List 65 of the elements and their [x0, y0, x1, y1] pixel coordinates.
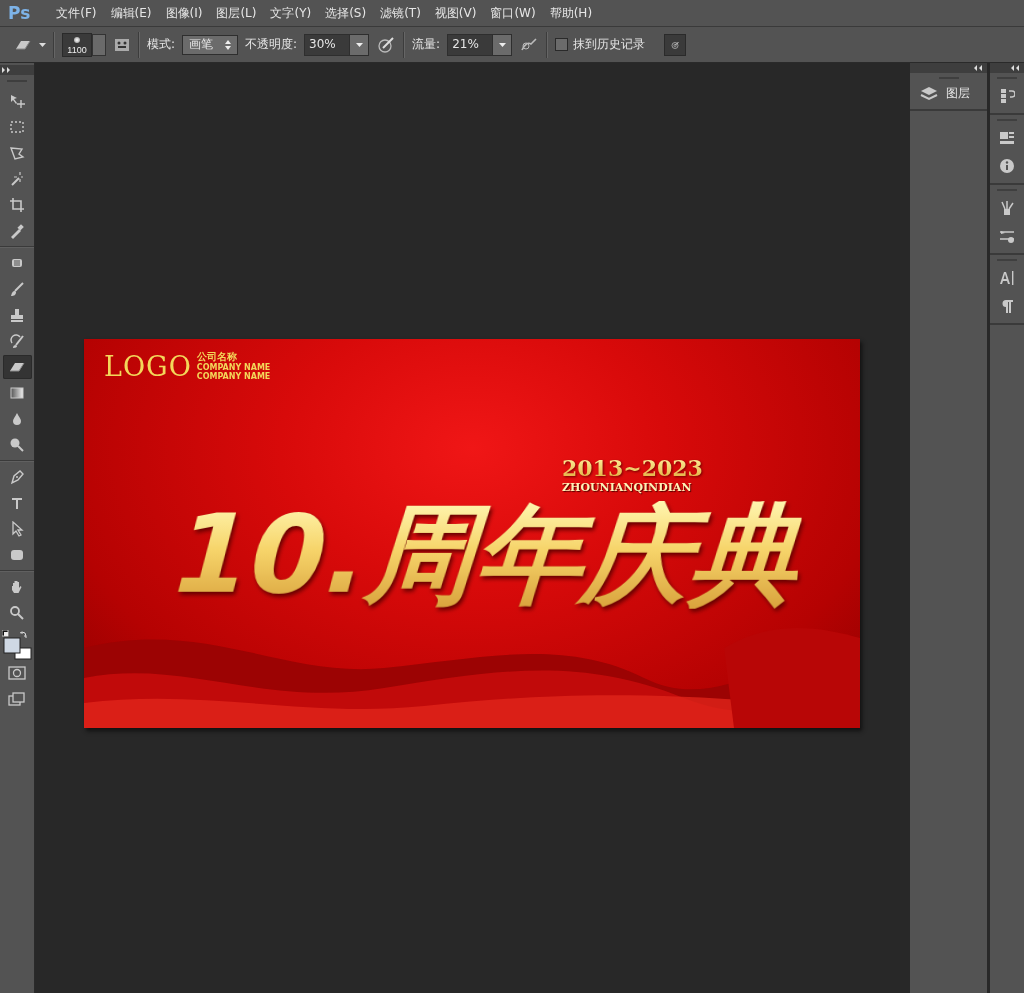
- flow-field[interactable]: 21%: [447, 33, 513, 56]
- mode-label: 模式:: [147, 36, 176, 53]
- arrow-pointer-icon: [9, 521, 25, 537]
- collapse-panel-icon[interactable]: [974, 65, 983, 71]
- eyedropper-icon: [9, 223, 25, 239]
- brush-icon: [9, 281, 25, 297]
- menu-item[interactable]: 视图(V): [428, 1, 483, 25]
- company-name-english: COMPANY NAME: [196, 363, 271, 372]
- layers-icon: [920, 85, 938, 102]
- marquee-icon: [9, 119, 25, 135]
- menu-item[interactable]: 文字(Y): [264, 1, 318, 25]
- mode-select[interactable]: 画笔: [182, 34, 239, 55]
- company-name: 公司名称: [196, 351, 238, 363]
- menu-item[interactable]: 图像(I): [159, 1, 209, 25]
- paragraph-icon: [999, 298, 1015, 314]
- menu-item[interactable]: 编辑(E): [104, 1, 158, 25]
- year-range: 2013~2023: [562, 457, 703, 479]
- opacity-label: 不透明度:: [245, 36, 298, 53]
- brush-dropdown-button[interactable]: [92, 33, 106, 56]
- expand-panel-icon[interactable]: [2, 67, 11, 73]
- menu-item[interactable]: 图层(L): [210, 1, 263, 25]
- erase-history-checkbox[interactable]: [555, 38, 569, 51]
- menu-item[interactable]: 文件(F): [50, 1, 103, 25]
- app-logo: Ps: [7, 3, 32, 23]
- crop-icon: [9, 197, 25, 213]
- zoom-icon: [9, 605, 25, 621]
- collapse-panel-icon[interactable]: [1011, 65, 1020, 71]
- flow-label: 流量:: [412, 36, 441, 53]
- type-tool-icon: [9, 495, 25, 511]
- menu-item[interactable]: 帮助(H): [543, 1, 599, 25]
- dodge-icon: [9, 437, 25, 453]
- lasso-icon: [9, 145, 25, 161]
- history-icon: [999, 88, 1015, 104]
- eraser-tool-button[interactable]: [2, 355, 32, 379]
- caret-icon: [498, 42, 506, 47]
- screen-mode-icon: [8, 691, 26, 707]
- stamp-icon: [9, 307, 25, 323]
- properties-icon: [999, 130, 1015, 146]
- move-tool-icon: [9, 93, 25, 109]
- menu-item[interactable]: 选择(S): [319, 1, 373, 25]
- quick-mask-icon: [8, 665, 26, 681]
- magic-wand-icon: [9, 171, 25, 187]
- pressure-size-button[interactable]: [664, 33, 687, 56]
- history-brush-icon: [9, 333, 25, 349]
- menu-item[interactable]: 滤镜(T): [374, 1, 427, 25]
- logo-text: LOGO: [104, 352, 192, 380]
- stepper-icon: [225, 39, 232, 50]
- company-name-english: COMPANY NAME: [196, 372, 271, 381]
- character-icon: [999, 270, 1015, 286]
- layers-panel-tab[interactable]: 图层: [910, 79, 987, 111]
- pen-icon: [9, 469, 25, 485]
- gradient-icon: [9, 385, 25, 401]
- menu-item[interactable]: 窗口(W): [484, 1, 542, 25]
- brush-preset-picker[interactable]: 1100: [62, 32, 92, 57]
- info-icon: [999, 158, 1015, 174]
- caret-icon: [39, 42, 46, 47]
- erase-history-label: 抹到历史记录: [573, 36, 646, 53]
- caret-icon: [355, 42, 363, 47]
- rounded-rectangle-icon: [9, 547, 25, 563]
- opacity-field[interactable]: 30%: [304, 33, 370, 56]
- pressure-opacity-icon[interactable]: [376, 35, 397, 54]
- brush-presets-icon: [999, 200, 1015, 216]
- pinyin-subtitle: ZHOUNIANQINDIAN: [562, 482, 692, 493]
- color-swatches-icon[interactable]: [2, 630, 32, 660]
- tool-presets-icon: [999, 228, 1015, 244]
